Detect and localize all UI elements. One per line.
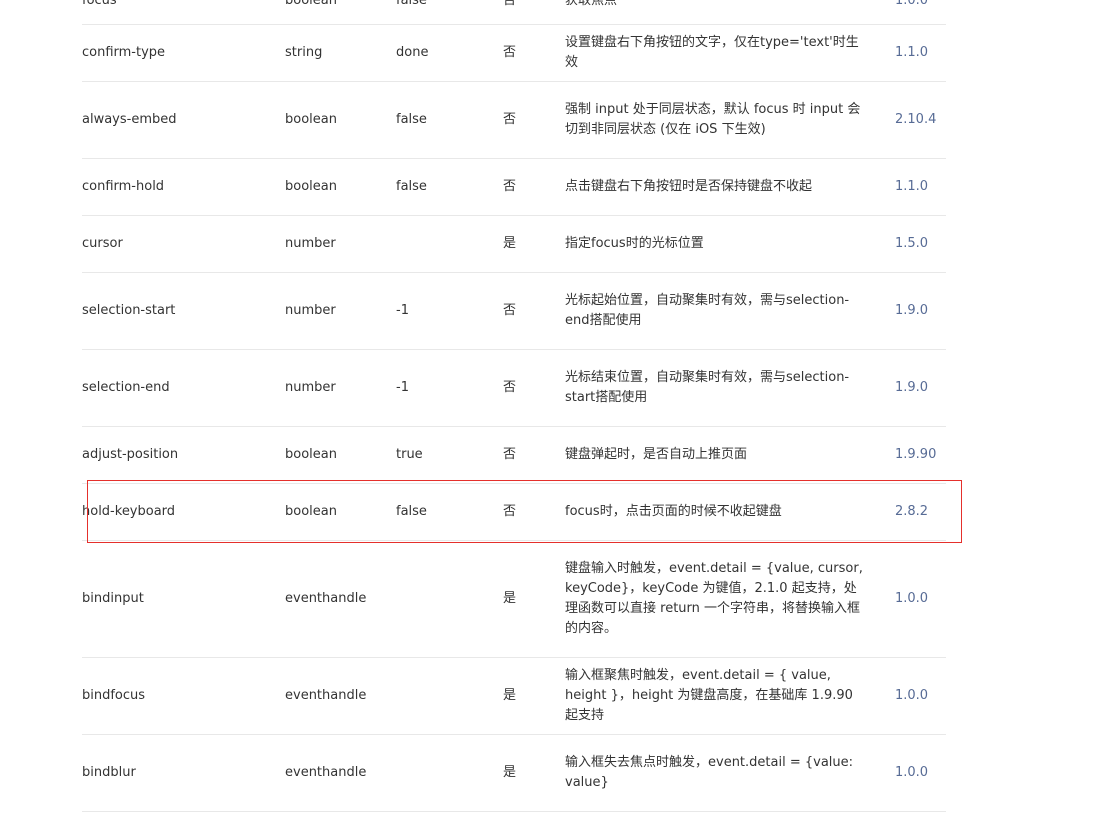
prop-default: false [396,0,427,8]
prop-required: 否 [503,447,517,462]
table-row: bindblur eventhandle 是 输入框失去焦点时触发，event.… [82,735,946,812]
prop-description: 键盘弹起时，是否自动上推页面 [565,447,748,462]
prop-type: number [285,303,336,318]
prop-version: 1.9.90 [895,447,937,462]
prop-description: focus时，点击页面的时候不收起键盘 [565,504,782,519]
prop-type: number [285,236,336,251]
prop-type: boolean [285,112,337,127]
prop-description: 光标结束位置，自动聚集时有效，需与selection-start搭配使用 [565,370,850,405]
prop-version: 1.0.0 [895,688,929,703]
prop-name: always-embed [82,112,177,127]
table-row: bindinput eventhandle 是 键盘输入时触发，event.de… [82,541,946,658]
table-row: focus boolean false 否 获取焦点 1.0.0 [82,0,946,25]
prop-required: 否 [503,112,517,127]
prop-name: adjust-position [82,447,179,462]
prop-version: 1.9.0 [895,303,929,318]
prop-default: done [396,44,429,60]
prop-required: 是 [503,688,517,703]
prop-version: 1.0.0 [895,591,929,606]
prop-type: eventhandle [285,688,367,703]
prop-default [396,216,496,272]
table-row: adjust-position boolean true 否 键盘弹起时，是否自… [82,427,946,484]
table-row: selection-start number -1 否 光标起始位置，自动聚集时… [82,273,946,350]
prop-default: false [396,112,427,127]
prop-name: bindblur [82,765,136,780]
prop-description: 设置键盘右下角按钮的文字，仅在type='text'时生效 [565,34,859,70]
prop-type: boolean [285,0,337,8]
prop-version: 1.9.0 [895,380,929,395]
prop-default: true [396,447,423,462]
prop-name: confirm-hold [82,179,165,194]
prop-name: confirm-type [82,44,166,60]
prop-description: 指定focus时的光标位置 [565,236,704,251]
prop-default [396,658,496,734]
prop-description: 输入框聚焦时触发，event.detail = { value, height … [565,668,853,723]
prop-description: 光标起始位置，自动聚集时有效，需与selection-end搭配使用 [565,293,850,328]
prop-name: selection-start [82,303,176,318]
table-row: cursor number 是 指定focus时的光标位置 1.5.0 [82,216,946,273]
prop-name: hold-keyboard [82,504,176,519]
prop-version: 2.8.2 [895,504,929,519]
prop-description: 强制 input 处于同层状态，默认 focus 时 input 会切到非同层状… [565,102,861,137]
prop-description: 键盘输入时触发，event.detail = {value, cursor, k… [565,561,863,636]
prop-name: cursor [82,236,123,251]
prop-required: 是 [503,236,517,251]
prop-version: 1.0.0 [895,0,929,8]
prop-type: boolean [285,504,337,519]
prop-version: 2.10.4 [895,112,937,127]
prop-default: -1 [396,303,409,318]
prop-name: bindfocus [82,688,146,703]
prop-type: eventhandle [285,591,367,606]
prop-version: 1.0.0 [895,765,929,780]
prop-version: 1.5.0 [895,236,929,251]
prop-required: 否 [503,504,517,519]
prop-name: selection-end [82,380,170,395]
prop-required: 否 [503,0,517,8]
prop-description: 输入框失去焦点时触发，event.detail = {value: value} [565,755,854,790]
prop-name: focus [82,0,117,8]
prop-default: false [396,179,427,194]
prop-type: boolean [285,179,337,194]
prop-version: 1.1.0 [895,44,929,60]
prop-type: eventhandle [285,765,367,780]
prop-default [396,735,496,811]
prop-name: bindinput [82,591,144,606]
prop-description: 获取焦点 [565,0,618,8]
table-row: selection-end number -1 否 光标结束位置，自动聚集时有效… [82,350,946,427]
table-row: bindfocus eventhandle 是 输入框聚焦时触发，event.d… [82,658,946,735]
table-row-highlighted: hold-keyboard boolean false 否 focus时，点击页… [82,484,946,541]
prop-required: 是 [503,765,517,780]
prop-default: false [396,504,427,519]
prop-type: number [285,380,336,395]
prop-required: 否 [503,179,517,194]
prop-type: string [285,44,323,60]
prop-description: 点击键盘右下角按钮时是否保持键盘不收起 [565,179,813,194]
prop-type: boolean [285,447,337,462]
prop-required: 否 [503,44,517,60]
prop-required: 否 [503,380,517,395]
prop-required: 是 [503,591,517,606]
table-row: confirm-hold boolean false 否 点击键盘右下角按钮时是… [82,159,946,216]
prop-default: -1 [396,380,409,395]
prop-required: 否 [503,303,517,318]
prop-default [396,541,496,657]
prop-version: 1.1.0 [895,179,929,194]
table-row: confirm-type string done 否 设置键盘右下角按钮的文字，… [82,24,946,82]
table-row: always-embed boolean false 否 强制 input 处于… [82,82,946,159]
